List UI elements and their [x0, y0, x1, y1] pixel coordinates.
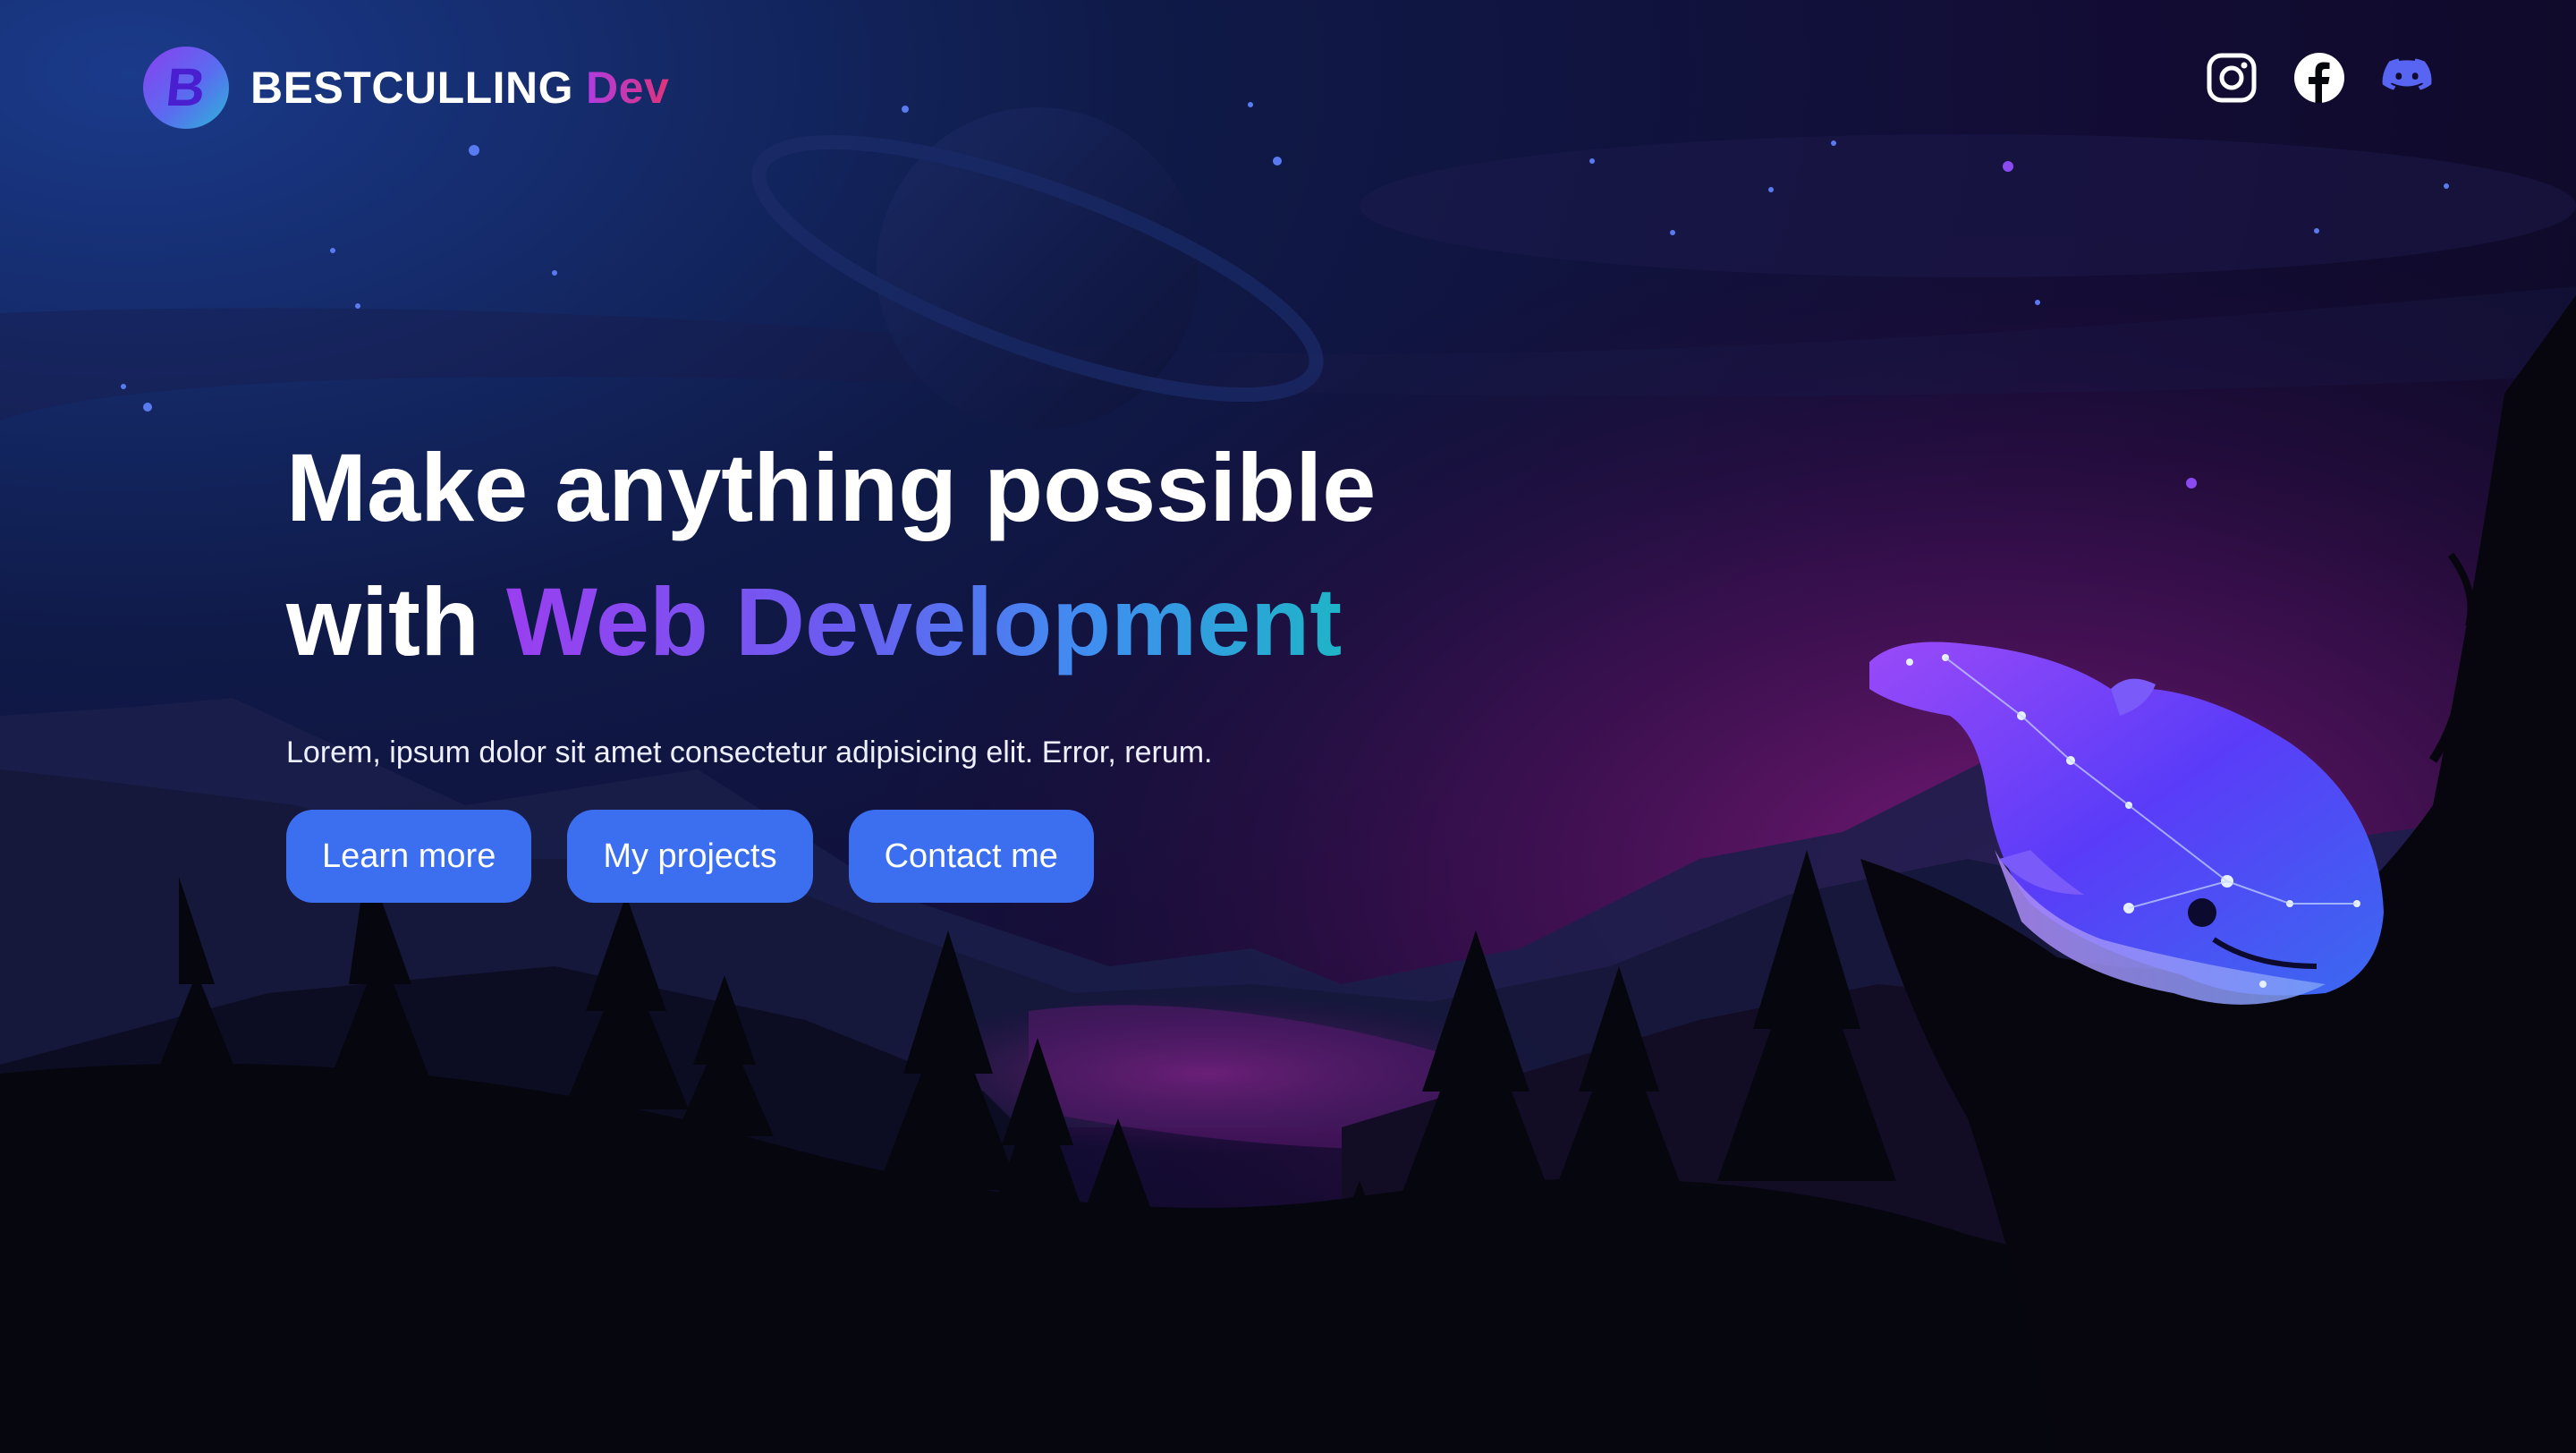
brand[interactable]: B BESTCULLING Dev — [143, 47, 669, 129]
my-projects-button[interactable]: My projects — [567, 810, 813, 903]
hero-subtitle: Lorem, ipsum dolor sit amet consectetur … — [286, 735, 1213, 769]
hero-section: B BESTCULLING Dev Make anything possible… — [0, 0, 2576, 1453]
social-links — [2206, 52, 2433, 104]
facebook-icon[interactable] — [2293, 52, 2345, 104]
learn-more-button[interactable]: Learn more — [286, 810, 532, 903]
brand-logo-letter: B — [163, 57, 209, 117]
hero-title-line-2: with Web Development — [286, 555, 1538, 689]
hero-title-line-1: Make anything possible — [286, 433, 1377, 541]
hero-title-highlight: Web Development — [505, 567, 1343, 676]
contact-me-button[interactable]: Contact me — [848, 810, 1094, 903]
hero-title-prefix: with — [286, 567, 479, 676]
hero-content: Make anything possible with Web Developm… — [286, 421, 1538, 903]
brand-suffix: Dev — [586, 63, 670, 113]
instagram-icon[interactable] — [2206, 52, 2258, 104]
brand-name-text: BESTCULLING — [250, 63, 574, 113]
hero-actions: Learn more My projects Contact me — [286, 810, 1538, 903]
discord-icon[interactable] — [2381, 52, 2433, 104]
brand-logo-icon[interactable]: B — [143, 47, 229, 129]
brand-name[interactable]: BESTCULLING Dev — [250, 62, 669, 114]
